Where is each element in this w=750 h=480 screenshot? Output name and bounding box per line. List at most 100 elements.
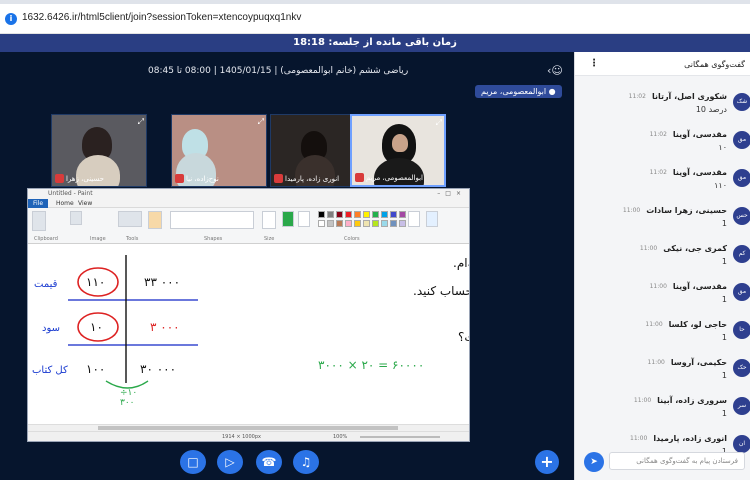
- palette-swatch[interactable]: [381, 211, 388, 218]
- browser-tab-strip: [0, 0, 750, 4]
- chat-message: مق مقدسی، آوینا 11:02 ۱۰: [575, 128, 750, 166]
- video-tile[interactable]: ⤢ حسینی، زهرا: [51, 114, 147, 187]
- paint-window-title: Untitled - Paint: [48, 190, 93, 197]
- actions-plus-button[interactable]: +: [535, 450, 559, 474]
- message-text: 1: [721, 219, 727, 228]
- palette-swatch[interactable]: [336, 211, 343, 218]
- video-tile-active[interactable]: ⤢ ابوالمعصومی، مریم: [350, 114, 446, 187]
- message-time: 11:00: [645, 321, 663, 328]
- color1-swatch[interactable]: [282, 211, 294, 227]
- palette-swatch[interactable]: [363, 220, 370, 227]
- paint-canvas[interactable]: ۲. کتابی را که ۳۰۰۰ تومان خریداری شده اس…: [28, 245, 469, 425]
- chat-message: حس حسینی، زهرا سادات 11:00 1: [575, 204, 750, 242]
- plus-icon: +: [540, 452, 554, 471]
- message-time: 11:00: [622, 207, 641, 214]
- message-time: 11:02: [649, 131, 667, 138]
- shapes-gallery[interactable]: [170, 211, 254, 229]
- video-camera-icon: ▷: [225, 455, 235, 469]
- chat-options-icon[interactable]: ⋮: [589, 58, 599, 69]
- message-time: 11:00: [649, 283, 667, 290]
- message-author: مقدسی، آوینا: [672, 282, 727, 291]
- palette-swatch[interactable]: [327, 211, 334, 218]
- screen-share-button[interactable]: □: [180, 450, 206, 474]
- microphone-icon: ♫: [300, 455, 312, 469]
- value-110: ۱۱۰: [86, 275, 105, 289]
- palette-swatch[interactable]: [354, 211, 361, 218]
- chat-header: گفت‌وگوی همگانی ⋮: [575, 52, 750, 76]
- palette-swatch[interactable]: [399, 211, 406, 218]
- avatar: ان: [733, 435, 750, 453]
- chat-message: مق مقدسی، آوینا 11:02 ۱۱۰: [575, 166, 750, 204]
- video-name: نوح‌زاده، نیا: [186, 175, 219, 183]
- message-author: مقدسی، آوینا: [672, 168, 727, 177]
- message-author: کمری جی، نیکی: [663, 244, 727, 253]
- chat-message: مق مقدسی، آوینا 11:00 1: [575, 280, 750, 318]
- value-100: ۱۰۰: [86, 362, 105, 376]
- canvas-horizontal-scrollbar[interactable]: [28, 424, 469, 431]
- mic-muted-icon: [55, 174, 64, 183]
- pencil-tools-icon[interactable]: [118, 211, 142, 227]
- palette-swatch[interactable]: [318, 220, 325, 227]
- paint-tab-view[interactable]: View: [78, 199, 92, 208]
- chat-title: گفت‌وگوی همگانی: [684, 60, 745, 69]
- palette-swatch[interactable]: [390, 211, 397, 218]
- select-icon[interactable]: [70, 211, 82, 225]
- presenter-icon: ●: [548, 87, 556, 96]
- zoom-slider[interactable]: [360, 436, 440, 438]
- palette-swatch[interactable]: [381, 220, 388, 227]
- meeting-title: ریاضی ششم (خانم ابوالمعصومی) | 1405/01/1…: [148, 66, 409, 76]
- palette-swatch[interactable]: [390, 220, 397, 227]
- size-icon[interactable]: [262, 211, 276, 229]
- avatar: مق: [733, 131, 750, 149]
- palette-swatch[interactable]: [399, 220, 406, 227]
- palette-swatch[interactable]: [318, 211, 325, 218]
- chat-message: سر سروری زاده، آبینا 11:00 1: [575, 394, 750, 432]
- site-info-icon[interactable]: i: [5, 13, 17, 25]
- scrollbar-thumb[interactable]: [98, 426, 398, 430]
- ribbon-group-label: Shapes: [204, 236, 223, 242]
- message-time: 11:00: [647, 359, 665, 366]
- palette-swatch[interactable]: [336, 220, 343, 227]
- ribbon-group-label: Size: [264, 236, 275, 242]
- message-time: 11:02: [628, 93, 646, 100]
- paint-ribbon: Clipboard Image Tools Shapes Size Colors: [28, 208, 469, 244]
- edit-colors-icon[interactable]: [408, 211, 420, 227]
- ribbon-group-label: Tools: [126, 236, 139, 242]
- brushes-icon[interactable]: [148, 211, 162, 229]
- message-text: 1: [721, 257, 727, 266]
- palette-swatch[interactable]: [372, 220, 379, 227]
- paint-tab-file[interactable]: File: [28, 199, 48, 208]
- ribbon-group-label: Image: [90, 236, 106, 242]
- fullscreen-icon[interactable]: ⤢: [138, 117, 144, 127]
- message-author: شکوری اصل، آرتانا: [651, 92, 727, 101]
- palette-swatch[interactable]: [345, 220, 352, 227]
- fullscreen-icon[interactable]: ⤢: [258, 117, 264, 127]
- paint-tab-home[interactable]: Home: [56, 199, 74, 208]
- url-text[interactable]: 1632.6426.ir/html5client/join?sessionTok…: [22, 12, 301, 23]
- message-author: حاجی لو، کلسا: [668, 320, 727, 329]
- mic-muted-icon: [355, 173, 364, 182]
- audio-button[interactable]: ☎: [256, 450, 282, 474]
- mic-button[interactable]: ♫: [293, 450, 319, 474]
- fullscreen-icon[interactable]: ⤢: [436, 118, 442, 128]
- avatar: سر: [733, 397, 750, 415]
- avatar: مق: [733, 283, 750, 301]
- palette-swatch[interactable]: [354, 220, 361, 227]
- video-tile[interactable]: ⤢ نوح‌زاده، نیا: [171, 114, 267, 187]
- mic-muted-icon: [274, 174, 283, 183]
- palette-swatch[interactable]: [345, 211, 352, 218]
- message-text: 1: [721, 333, 727, 342]
- color2-swatch[interactable]: [298, 211, 310, 227]
- send-message-button[interactable]: ➤: [584, 452, 604, 472]
- users-list-toggle-icon[interactable]: ‹☺: [547, 64, 563, 77]
- palette-swatch[interactable]: [372, 211, 379, 218]
- participant-body: [374, 158, 424, 185]
- palette-swatch[interactable]: [363, 211, 370, 218]
- video-button[interactable]: ▷: [217, 450, 243, 474]
- paint3d-icon[interactable]: [426, 211, 438, 227]
- message-author: سروری زاده، آبینا: [657, 396, 727, 405]
- label-profit: سود: [42, 323, 60, 334]
- chat-message-input[interactable]: فرستادن پیام به گفت‌وگوی همگانی: [609, 452, 745, 470]
- paste-icon[interactable]: [32, 211, 46, 231]
- palette-swatch[interactable]: [327, 220, 334, 227]
